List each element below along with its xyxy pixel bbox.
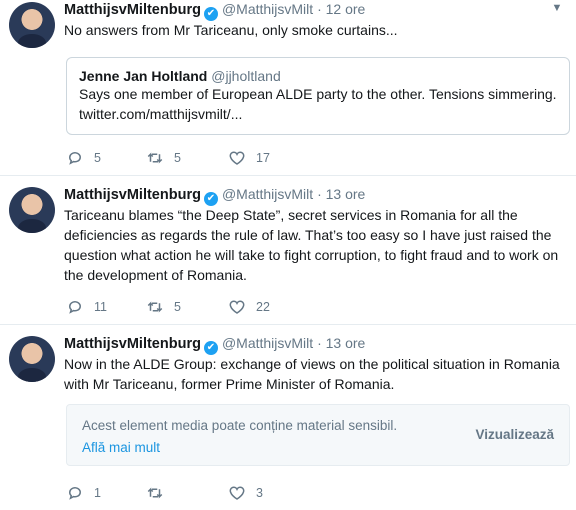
author-handle[interactable]: @MatthijsvMilt bbox=[222, 1, 313, 17]
author-handle[interactable]: @MatthijsvMilt bbox=[222, 335, 313, 351]
sensitive-media-warning: Acest element media poate conține materi… bbox=[66, 404, 570, 466]
tweet-text: No answers from Mr Tariceanu, only smoke… bbox=[64, 22, 398, 38]
timestamp[interactable]: 13 ore bbox=[326, 335, 366, 351]
like-count: 17 bbox=[256, 151, 270, 165]
reply-button[interactable]: 11 bbox=[66, 297, 107, 317]
separator: · bbox=[317, 335, 322, 351]
learn-more-link[interactable]: Află mai mult bbox=[82, 440, 160, 455]
like-button[interactable]: 3 bbox=[228, 483, 263, 503]
retweet-button[interactable] bbox=[146, 483, 174, 503]
tweet-text: Now in the ALDE Group: exchange of views… bbox=[64, 356, 560, 392]
reply-button[interactable]: 5 bbox=[66, 148, 101, 168]
timestamp[interactable]: 13 ore bbox=[326, 186, 366, 202]
tweet-header: MatthijsvMiltenburg ✔ @MatthijsvMilt · 13 … bbox=[64, 334, 366, 355]
retweet-icon bbox=[147, 487, 163, 499]
tweet-actions: 11 5 22 bbox=[64, 297, 364, 317]
tweet[interactable]: MatthijsvMiltenburg ✔ @MatthijsvMilt · 12 … bbox=[0, 0, 576, 176]
like-count: 3 bbox=[256, 486, 263, 500]
heart-icon bbox=[229, 151, 245, 165]
retweet-icon bbox=[147, 301, 163, 313]
view-media-button[interactable]: Vizualizează bbox=[475, 427, 554, 442]
reply-icon bbox=[69, 301, 81, 314]
tweet[interactable]: MatthijsvMiltenburg ✔ @MatthijsvMilt · 13 … bbox=[0, 177, 576, 325]
separator: · bbox=[317, 186, 322, 202]
tweet-actions: 5 5 17 bbox=[64, 148, 364, 168]
heart-icon bbox=[229, 486, 245, 500]
quote-text: Says one member of European ALDE party t… bbox=[79, 86, 557, 122]
timestamp[interactable]: 12 ore bbox=[326, 1, 366, 17]
reply-icon bbox=[69, 152, 81, 165]
quote-author-handle: @jjholtland bbox=[211, 68, 281, 84]
heart-icon bbox=[229, 300, 245, 314]
retweet-button[interactable]: 5 bbox=[146, 297, 181, 317]
tweet-header: MatthijsvMiltenburg ✔ @MatthijsvMilt · 13 … bbox=[64, 185, 366, 206]
verified-badge-icon: ✔ bbox=[203, 341, 218, 355]
tweet[interactable]: MatthijsvMiltenburg ✔ @MatthijsvMilt · 13 … bbox=[0, 326, 576, 510]
like-button[interactable]: 17 bbox=[228, 148, 270, 168]
author-name[interactable]: MatthijsvMiltenburg bbox=[64, 2, 201, 18]
author-name[interactable]: MatthijsvMiltenburg bbox=[64, 336, 201, 352]
reply-count: 5 bbox=[94, 151, 101, 165]
avatar[interactable] bbox=[9, 2, 55, 48]
avatar[interactable] bbox=[9, 336, 55, 382]
author-handle[interactable]: @MatthijsvMilt bbox=[222, 186, 313, 202]
like-count: 22 bbox=[256, 300, 270, 314]
tweet-text: Tariceanu blames “the Deep State”, secre… bbox=[64, 207, 559, 283]
retweet-count: 5 bbox=[174, 300, 181, 314]
reply-button[interactable]: 1 bbox=[66, 483, 101, 503]
avatar[interactable] bbox=[9, 187, 55, 233]
reply-count: 1 bbox=[94, 486, 101, 500]
warning-text: Acest element media poate conține materi… bbox=[82, 418, 398, 433]
author-name[interactable]: MatthijsvMiltenburg bbox=[64, 187, 201, 203]
retweet-button[interactable]: 5 bbox=[146, 148, 181, 168]
retweet-icon bbox=[147, 152, 163, 164]
quote-author-name: Jenne Jan Holtland bbox=[79, 68, 208, 84]
quoted-tweet[interactable]: Jenne Jan Holtland @jjholtland Says one … bbox=[66, 57, 570, 135]
reply-count: 11 bbox=[94, 300, 107, 314]
chevron-down-icon[interactable]: ▼ bbox=[550, 2, 564, 16]
like-button[interactable]: 22 bbox=[228, 297, 270, 317]
reply-icon bbox=[69, 487, 81, 500]
verified-badge-icon: ✔ bbox=[203, 192, 218, 206]
tweet-header: MatthijsvMiltenburg ✔ @MatthijsvMilt · 12 … bbox=[64, 0, 366, 21]
separator: · bbox=[317, 1, 322, 17]
retweet-count: 5 bbox=[174, 151, 181, 165]
verified-badge-icon: ✔ bbox=[203, 7, 218, 21]
tweet-actions: 1 3 bbox=[64, 483, 364, 503]
